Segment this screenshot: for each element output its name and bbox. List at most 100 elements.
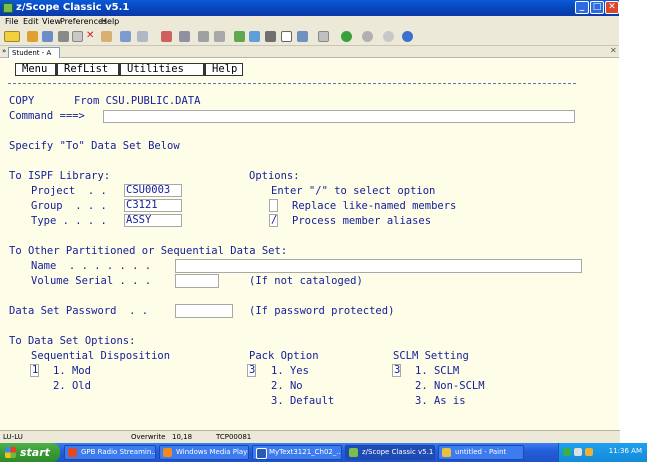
menu-help[interactable]: Help	[101, 17, 119, 26]
seq-disposition-input[interactable]: 1	[30, 364, 39, 377]
window-title: z/Scope Classic v5.1	[16, 2, 130, 13]
connect-icon[interactable]	[4, 31, 20, 42]
menu-preferences[interactable]: Preferences	[60, 17, 107, 26]
tab-close-icon[interactable]: ✕	[610, 46, 617, 55]
to-library-heading: To ISPF Library:	[9, 170, 111, 182]
record-icon[interactable]	[297, 31, 308, 42]
sclm-option: 1. SCLM	[415, 365, 460, 377]
maximize-button[interactable]: □	[590, 1, 604, 14]
task-label: z/Scope Classic v5.1	[362, 448, 434, 456]
sclm-setting-input[interactable]: 3	[392, 364, 401, 377]
system-tray: 11:36 AM	[558, 443, 647, 462]
sclm-setting-heading: SCLM Setting	[393, 350, 469, 362]
pack-option: 2. No	[271, 380, 303, 392]
separator-line	[8, 83, 576, 84]
status-bar: LU-LU Overwrite 10,18 TCP00081	[0, 430, 620, 443]
dataset-name-input[interactable]	[175, 259, 582, 273]
menu-view[interactable]: View	[42, 17, 61, 26]
ispf-menu-utilities[interactable]: Utilities	[118, 63, 204, 76]
task-label: MyText3121_Ch02_...	[269, 448, 342, 456]
ds-options-heading: To Data Set Options:	[9, 335, 136, 347]
title-bar: z/Scope Classic v5.1 _ □ ✕	[0, 0, 620, 16]
print-icon[interactable]	[265, 31, 276, 42]
status-cursor: 10,18	[172, 433, 193, 441]
project-input[interactable]: CSU0003	[124, 184, 182, 197]
menu-bar: File Edit View Preferences Help	[0, 16, 620, 28]
session-tab-bar: » ✕	[0, 46, 620, 58]
type-input[interactable]: ASSY	[124, 214, 182, 227]
windows-logo-icon	[5, 447, 16, 458]
password-input[interactable]	[175, 304, 233, 318]
status-mode: Overwrite	[131, 433, 166, 441]
stop-icon[interactable]	[362, 31, 373, 42]
green-icon[interactable]	[234, 31, 245, 42]
tray-security-icon[interactable]	[585, 448, 593, 456]
clock[interactable]: 11:36 AM	[609, 447, 642, 455]
open-folder-icon[interactable]	[27, 31, 38, 42]
cut-icon[interactable]	[58, 31, 69, 42]
ispf-menu-menu[interactable]: Menu	[15, 63, 56, 76]
toolbar: ✕	[0, 28, 620, 46]
status-connection: TCP00081	[216, 433, 252, 441]
tab-scroll-icon[interactable]: »	[2, 47, 6, 55]
minimize-button[interactable]: _	[575, 1, 589, 14]
menu-edit[interactable]: Edit	[23, 17, 39, 26]
volume-input[interactable]	[175, 274, 219, 288]
save-icon[interactable]	[42, 31, 53, 42]
delete-icon[interactable]: ✕	[86, 31, 97, 42]
tool-icon[interactable]	[198, 31, 209, 42]
instruction-text: Specify "To" Data Set Below	[9, 140, 180, 152]
tray-network-icon[interactable]	[563, 448, 571, 456]
task-label: untitled - Paint	[455, 448, 507, 456]
seq-option: 2. Old	[53, 380, 91, 392]
media-player-icon	[163, 448, 172, 457]
task-media-player[interactable]: Windows Media Player	[159, 445, 249, 460]
panel-header: From CSU.PUBLIC.DATA	[74, 95, 201, 107]
print-preview-icon[interactable]	[249, 31, 260, 42]
copy-icon[interactable]	[72, 31, 83, 42]
keyboard-icon[interactable]	[179, 31, 190, 42]
help-icon[interactable]	[402, 31, 413, 42]
start-label: start	[20, 446, 50, 459]
word-icon	[256, 448, 267, 459]
tray-volume-icon[interactable]	[574, 448, 582, 456]
settings-icon[interactable]	[161, 31, 172, 42]
aliases-checkbox[interactable]: /	[269, 214, 278, 227]
aliases-label: Process member aliases	[292, 215, 432, 227]
close-button[interactable]: ✕	[605, 1, 619, 14]
start-button[interactable]: start	[0, 443, 60, 462]
pack-option-heading: Pack Option	[249, 350, 319, 362]
screen-icon[interactable]	[281, 31, 292, 42]
task-label: Windows Media Player	[176, 448, 249, 456]
tool2-icon[interactable]	[214, 31, 225, 42]
transfer-icon[interactable]	[137, 31, 148, 42]
ispf-menu-reflist[interactable]: RefList	[55, 63, 119, 76]
name-label: Name . . . . . . .	[31, 260, 152, 272]
pack-option-input[interactable]: 3	[247, 364, 256, 377]
window-margin	[619, 0, 647, 462]
replace-checkbox[interactable]	[269, 199, 278, 212]
ispf-menu-help[interactable]: Help	[203, 63, 243, 76]
task-paint[interactable]: untitled - Paint	[438, 445, 524, 460]
menu-file[interactable]: File	[5, 17, 18, 26]
task-mytext[interactable]: MyText3121_Ch02_...	[252, 445, 342, 460]
macro-icon[interactable]	[120, 31, 131, 42]
command-label: Command ===>	[9, 110, 85, 122]
terminal-screen[interactable]: Menu RefList Utilities Help COPY From CS…	[0, 59, 619, 430]
status-lu: LU-LU	[3, 433, 23, 441]
list-icon[interactable]	[318, 31, 329, 42]
tab-session[interactable]: Student - A	[8, 47, 60, 58]
seq-disposition-heading: Sequential Disposition	[31, 350, 171, 362]
task-zscope[interactable]: z/Scope Classic v5.1	[345, 445, 435, 460]
go-icon[interactable]	[341, 31, 352, 42]
command-input[interactable]	[103, 110, 575, 123]
paste-icon[interactable]	[101, 31, 112, 42]
task-gpb-radio[interactable]: GPB Radio Streamin...	[64, 445, 156, 460]
options-hint: Enter "/" to select option	[271, 185, 436, 197]
type-label: Type . . . .	[31, 215, 107, 227]
group-input[interactable]: C3121	[124, 199, 182, 212]
paint-icon	[442, 448, 451, 457]
refresh-icon[interactable]	[383, 31, 394, 42]
panel-id: COPY	[9, 95, 35, 107]
volume-note: (If not cataloged)	[249, 275, 363, 287]
